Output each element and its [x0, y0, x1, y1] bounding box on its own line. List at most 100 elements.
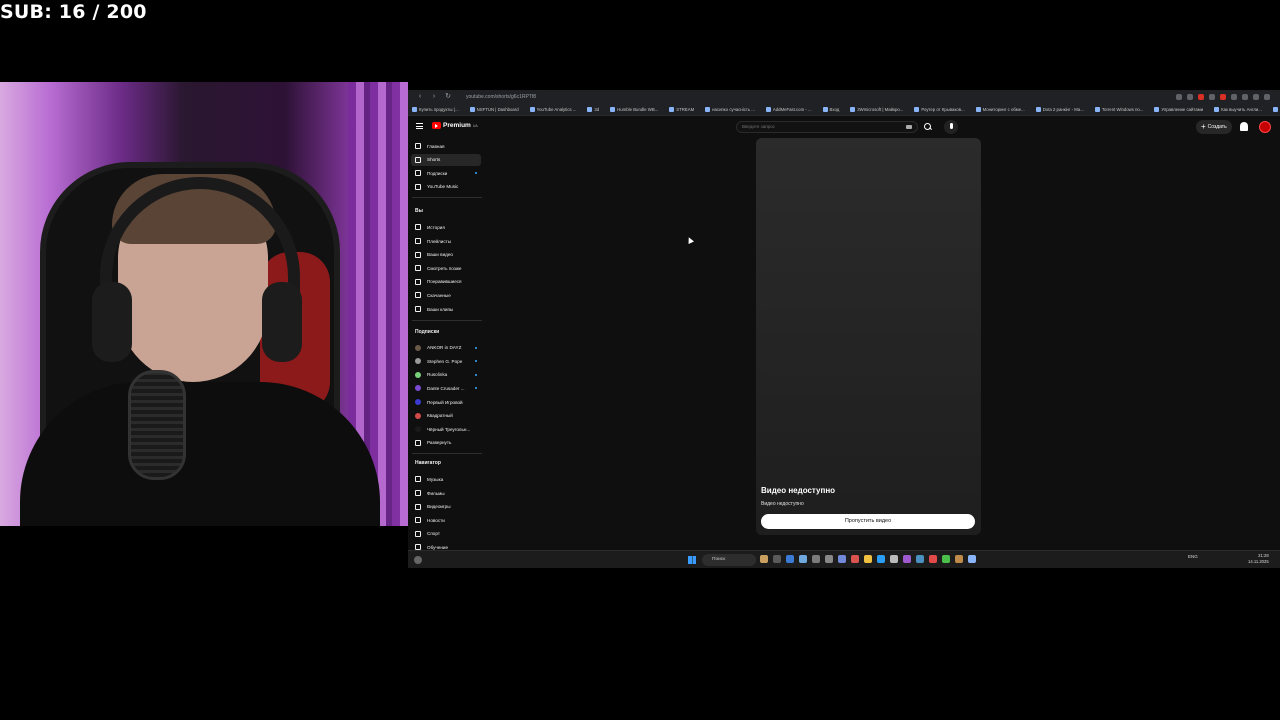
search-input[interactable]: Введите запрос: [736, 121, 918, 133]
sidebar-item[interactable]: ANKOR in DAYZ: [411, 342, 481, 354]
bookmark-item[interactable]: 3d: [587, 107, 599, 112]
sidebar-item[interactable]: Dante Crusader ...: [411, 382, 481, 394]
profile-icon[interactable]: [1264, 94, 1270, 100]
search-icon[interactable]: [923, 122, 933, 132]
back-icon[interactable]: ‹: [416, 93, 424, 101]
sidebar-item[interactable]: Фильмы: [411, 487, 481, 499]
bookmark-item[interactable]: Как выучить Англи...: [1214, 107, 1262, 112]
sidebar-section-heading[interactable]: Вы: [415, 208, 423, 214]
sidebar-item[interactable]: Смотреть позже: [411, 262, 481, 274]
notifications-icon[interactable]: [1240, 122, 1248, 131]
shorts-player[interactable]: Видео недоступно Видео недоступно Пропус…: [756, 138, 981, 535]
sidebar-item[interactable]: YouTube Music: [411, 181, 481, 193]
taskbar-app-icon[interactable]: [851, 555, 859, 563]
sidebar-item[interactable]: Первый Игровой: [411, 396, 481, 408]
menu-icon[interactable]: [416, 123, 423, 129]
sidebar-item[interactable]: Shorts: [411, 153, 481, 166]
sidebar-item[interactable]: Плейлисты: [411, 235, 481, 247]
taskbar-app-icon[interactable]: [864, 555, 872, 563]
channel-avatar-icon: [415, 426, 421, 433]
bookmark-item[interactable]: AddMeFast.com - ...: [765, 107, 812, 112]
like-icon: [415, 278, 421, 285]
sidebar-item[interactable]: Видеоигры: [411, 501, 481, 513]
bookmark-item[interactable]: Humble Bundle WB...: [610, 107, 658, 112]
taskbar-app-icon[interactable]: [825, 555, 833, 563]
avatar[interactable]: [1259, 121, 1271, 133]
sidebar-item[interactable]: Главная: [411, 140, 481, 152]
sidebar-section-heading[interactable]: Подписки: [415, 329, 439, 335]
taskbar-app-icon[interactable]: [786, 555, 794, 563]
bookmark-item[interactable]: 3Wmicrosoft | Майкро...: [850, 107, 903, 112]
sidebar-item[interactable]: Новости: [411, 514, 481, 526]
voice-search-icon[interactable]: [944, 120, 958, 134]
sidebar-item[interactable]: Музыка: [411, 473, 481, 485]
taskbar-app-icon[interactable]: [929, 555, 937, 563]
taskbar-app-icon[interactable]: [942, 555, 950, 563]
bookmark-item[interactable]: Все закладки: [1272, 107, 1280, 112]
sidebar-item[interactable]: Ваши клипы: [411, 303, 481, 315]
reload-icon[interactable]: ↻: [444, 93, 452, 101]
bookmark-item[interactable]: Torrent Windows по...: [1094, 107, 1143, 112]
sidebar-item-label: Rusolinka: [427, 372, 448, 378]
taskbar-app-icon[interactable]: [773, 555, 781, 563]
sidebar-section-heading[interactable]: Навигатор: [415, 460, 441, 466]
sidebar-item[interactable]: Понравившиеся: [411, 276, 481, 288]
skip-video-button[interactable]: Пропустить видео: [761, 514, 975, 529]
sidebar-item[interactable]: История: [411, 221, 481, 233]
bookmark-item[interactable]: YouTube Analytics ...: [529, 107, 576, 112]
extension-icon[interactable]: [1198, 94, 1204, 100]
bookmark-star-icon[interactable]: [1187, 94, 1193, 100]
sidebar-item[interactable]: Скачанные: [411, 289, 481, 301]
sidebar-item[interactable]: Подписки: [411, 167, 481, 179]
language-indicator[interactable]: ENG: [1188, 554, 1198, 559]
bookmark-item[interactable]: STREAM: [669, 107, 694, 112]
sidebar-item-label: Подписки: [427, 170, 448, 176]
bookmark-label: Роутер от Крываков...: [921, 107, 965, 112]
bookmark-item[interactable]: Мониторинг с обме...: [975, 107, 1025, 112]
bookmark-item[interactable]: Купить продукты (...: [412, 107, 459, 112]
bookmark-item[interactable]: насипко сучасність ...: [705, 107, 755, 112]
extension-icon[interactable]: [1220, 94, 1226, 100]
taskbar-app-icon[interactable]: [903, 555, 911, 563]
taskbar-clock[interactable]: 21:28 14.11.2025: [1248, 553, 1269, 565]
bookmark-label: Управление сайтами: [1161, 107, 1204, 112]
address-bar[interactable]: youtube.com/shorts/g6c1RPTf8: [458, 92, 545, 102]
taskbar-app-icon[interactable]: [968, 555, 976, 563]
sidebar-item[interactable]: Stephen G. Pope: [411, 355, 481, 367]
bookmark-favicon-icon: [822, 107, 828, 112]
forward-icon[interactable]: ›: [430, 93, 438, 101]
extension-icon[interactable]: [1209, 94, 1215, 100]
create-button[interactable]: + Создать: [1196, 120, 1232, 134]
widgets-icon[interactable]: [414, 556, 422, 564]
taskbar-app-icon[interactable]: [760, 555, 768, 563]
taskbar-app-icon[interactable]: [838, 555, 846, 563]
sidebar-item[interactable]: Спорт: [411, 528, 481, 540]
taskbar-app-icon[interactable]: [877, 555, 885, 563]
bookmark-item[interactable]: Вход: [822, 107, 839, 112]
youtube-logo[interactable]: Premium UA: [432, 122, 478, 129]
bookmark-item[interactable]: Управление сайтами: [1154, 107, 1203, 112]
extension-icon[interactable]: [1242, 94, 1248, 100]
taskbar-app-icon[interactable]: [916, 555, 924, 563]
sidebar-item[interactable]: Чёрный Треугольн...: [411, 423, 481, 435]
sidebar-item[interactable]: Развернуть: [411, 437, 481, 449]
bookmark-favicon-icon: [610, 107, 616, 112]
bookmark-item[interactable]: NSFTUN | Dashboard: [469, 107, 519, 112]
bookmark-item[interactable]: Роутер от Крываков...: [914, 107, 965, 112]
download-icon: [415, 292, 421, 299]
taskbar-app-icon[interactable]: [955, 555, 963, 563]
taskbar-app-icon[interactable]: [890, 555, 898, 563]
sidebar-item[interactable]: Квадратный: [411, 410, 481, 422]
extension-icon[interactable]: [1176, 94, 1182, 100]
extension-icon[interactable]: [1253, 94, 1259, 100]
taskbar-app-icon[interactable]: [799, 555, 807, 563]
keyboard-icon[interactable]: [906, 125, 912, 129]
sidebar-item[interactable]: Ваши видео: [411, 249, 481, 261]
extension-icon[interactable]: [1231, 94, 1237, 100]
sidebar-item[interactable]: Rusolinka: [411, 369, 481, 381]
windows-start-icon[interactable]: [688, 556, 696, 564]
bookmark-item[interactable]: Dota 2 ранкінг - Ма...: [1035, 107, 1084, 112]
taskbar-search[interactable]: Поиск: [702, 554, 756, 566]
taskbar-app-icon[interactable]: [812, 555, 820, 563]
taskbar-apps: [760, 555, 976, 563]
